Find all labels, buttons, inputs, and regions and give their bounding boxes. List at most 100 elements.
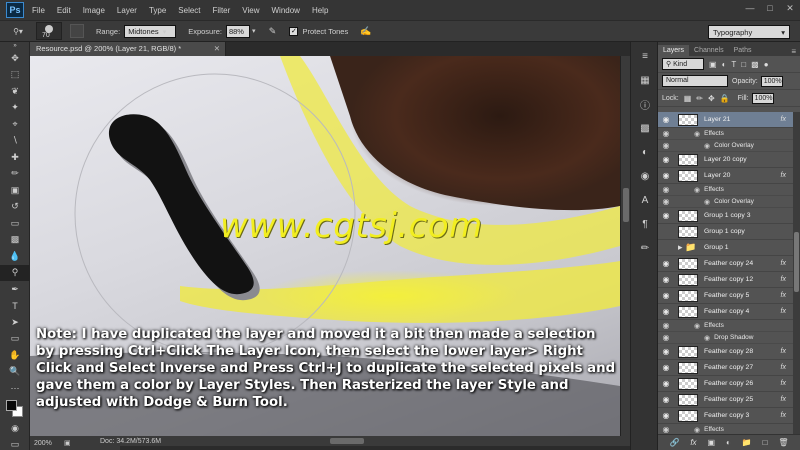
fx-icon[interactable]: fx (781, 412, 786, 419)
type-tool-icon[interactable]: T (0, 298, 30, 315)
brush-tool-icon[interactable]: ✏ (0, 166, 30, 183)
fill-input[interactable]: 100% (751, 92, 774, 104)
eye-icon[interactable]: ◉ (658, 363, 674, 372)
dodge-tool-preset-icon[interactable]: ⚲▾ (6, 22, 30, 40)
eye-icon[interactable]: ◉ (658, 227, 674, 236)
layer-row[interactable]: ◉ Feather copy 4 fx ▴ (658, 304, 800, 320)
export-icon[interactable]: ▣ (64, 439, 71, 447)
tab-paths[interactable]: Paths (729, 45, 757, 56)
panel-collapse-icon[interactable]: » (0, 42, 30, 50)
layer-row[interactable]: ◉ Group 1 copy (658, 224, 800, 240)
layer-thumbnail[interactable] (678, 409, 698, 422)
vertical-scrollbar[interactable] (620, 56, 630, 436)
quick-mask-icon[interactable]: ◉ (0, 420, 30, 437)
info-panel-icon[interactable]: ⓘ (631, 94, 659, 114)
eye-icon[interactable]: ◉ (658, 197, 674, 206)
menu-type[interactable]: Type (149, 6, 166, 15)
add-mask-icon[interactable]: ▣ (707, 438, 715, 447)
styles-panel-icon[interactable]: ◉ (631, 166, 659, 186)
layer-thumbnail[interactable] (678, 169, 698, 182)
blur-tool-icon[interactable]: 💧 (0, 248, 30, 265)
new-adjustment-layer-icon[interactable]: ◐ (726, 438, 731, 447)
layer-name[interactable]: Group 1 (704, 244, 729, 251)
link-layers-icon[interactable]: 🔗 (669, 438, 679, 447)
menu-view[interactable]: View (242, 6, 259, 15)
filter-toggle-icon[interactable]: ● (764, 60, 769, 69)
lasso-tool-icon[interactable]: ❦ (0, 83, 30, 100)
filter-kind-select[interactable]: ⚲ Kind (662, 58, 704, 70)
new-layer-icon[interactable]: □ (763, 438, 768, 447)
magic-wand-tool-icon[interactable]: ✦ (0, 100, 30, 117)
brush-presets-panel-icon[interactable]: ✏ (631, 238, 659, 258)
layer-name[interactable]: Feather copy 5 (704, 292, 749, 299)
eye-icon[interactable]: ◉ (658, 347, 674, 356)
eye-icon[interactable]: ◉ (658, 425, 674, 434)
pressure-size-icon[interactable]: ✍ (360, 26, 371, 37)
layer-name[interactable]: Feather copy 4 (704, 308, 749, 315)
filter-shape-icon[interactable]: □ (741, 60, 746, 69)
layer-row[interactable]: ◉ Feather copy 24 fx ▾ (658, 256, 800, 272)
menu-filter[interactable]: Filter (213, 6, 231, 15)
menu-help[interactable]: Help (312, 6, 328, 15)
layer-name[interactable]: Group 1 copy 3 (704, 212, 750, 219)
layer-row[interactable]: ◉ Layer 20 copy (658, 152, 800, 168)
adjustments-panel-icon[interactable]: ◐ (631, 142, 659, 162)
layer-name[interactable]: Layer 21 (704, 116, 730, 123)
effect-row[interactable]: ◉ ◉ Effects (658, 424, 800, 434)
layer-row[interactable]: ◉ Layer 21 fx ▴ (658, 112, 800, 128)
document-tab[interactable]: Resource.psd @ 200% (Layer 21, RGB/8) * … (30, 42, 226, 56)
layer-name[interactable]: Group 1 copy (704, 228, 745, 235)
filter-pixel-icon[interactable]: ▣ (709, 60, 717, 69)
hand-tool-icon[interactable]: ✋ (0, 347, 30, 364)
marquee-tool-icon[interactable]: ⬚ (0, 67, 30, 84)
layer-row[interactable]: ◉ ▸ 📁 Group 1 (658, 240, 800, 256)
history-brush-tool-icon[interactable]: ↺ (0, 199, 30, 216)
fx-icon[interactable]: fx (781, 292, 786, 299)
layer-thumbnail[interactable] (678, 153, 698, 166)
lock-image-icon[interactable]: ✏ (696, 94, 703, 103)
eye-icon[interactable]: ◉ (658, 259, 674, 268)
fx-icon[interactable]: fx (781, 116, 786, 123)
lock-transparent-icon[interactable]: ▦ (684, 94, 692, 103)
eyedropper-tool-icon[interactable]: ∖ (0, 133, 30, 150)
eraser-tool-icon[interactable]: ▭ (0, 215, 30, 232)
fx-icon[interactable]: fx (781, 276, 786, 283)
exposure-dropdown-icon[interactable]: ▾ (252, 27, 256, 35)
layer-row[interactable]: ◉ Feather copy 28 fx ▾ (658, 344, 800, 360)
eye-icon[interactable]: ◉ (658, 155, 674, 164)
layer-thumbnail[interactable] (678, 289, 698, 302)
fx-icon[interactable]: fx (781, 172, 786, 179)
foreground-color-swatch[interactable] (6, 400, 17, 411)
canvas[interactable]: www.cgtsj.com Note: I have duplicated th… (30, 56, 620, 436)
character-panel-icon[interactable]: A (631, 190, 659, 210)
eye-icon[interactable]: ◉ (658, 333, 674, 342)
move-tool-icon[interactable]: ✥ (0, 50, 30, 67)
airbrush-icon[interactable]: ✎ (265, 24, 279, 38)
close-tab-icon[interactable]: ✕ (214, 44, 220, 53)
layer-thumbnail[interactable] (678, 361, 698, 374)
layer-name[interactable]: Feather copy 28 (704, 348, 753, 355)
eye-icon[interactable]: ◉ (658, 307, 674, 316)
effect-row[interactable]: ◉ ◉ Effects (658, 320, 800, 332)
menu-file[interactable]: File (32, 6, 45, 15)
layer-row[interactable]: ◉ Feather copy 12 fx ▾ (658, 272, 800, 288)
effect-row[interactable]: ◉ ◉ Effects (658, 184, 800, 196)
layers-scroll-thumb[interactable] (794, 232, 799, 292)
eye-icon[interactable]: ◉ (658, 115, 674, 124)
menu-image[interactable]: Image (83, 6, 105, 15)
delete-layer-icon[interactable]: 🗑 (778, 438, 788, 447)
layer-row[interactable]: ◉ Feather copy 3 fx ▴ (658, 408, 800, 424)
zoom-tool-icon[interactable]: 🔍 (0, 364, 30, 381)
layer-thumbnail[interactable] (678, 113, 698, 126)
layer-row[interactable]: ◉ Feather copy 26 fx ▾ (658, 376, 800, 392)
eye-icon[interactable]: ◉ (658, 243, 674, 252)
layer-thumbnail[interactable] (678, 273, 698, 286)
maximize-icon[interactable]: □ (764, 2, 776, 14)
lock-position-icon[interactable]: ✥ (708, 94, 715, 103)
pen-tool-icon[interactable]: ✒ (0, 281, 30, 298)
tab-channels[interactable]: Channels (689, 45, 729, 56)
healing-brush-tool-icon[interactable]: ✚ (0, 149, 30, 166)
filter-type-icon[interactable]: T (731, 60, 736, 69)
crop-tool-icon[interactable]: ⌖ (0, 116, 30, 133)
add-layer-style-icon[interactable]: fx (690, 438, 696, 447)
